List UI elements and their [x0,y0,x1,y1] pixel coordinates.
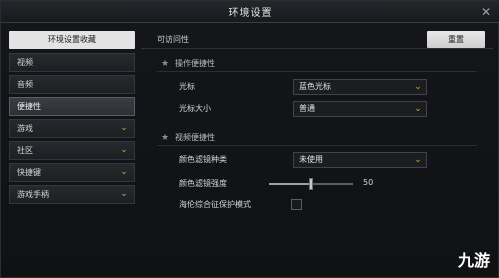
sidebar-item-label: 社区 [17,146,33,155]
sidebar-item-video[interactable]: 视频 [9,53,135,72]
chevron-down-icon: ⌄ [120,167,128,177]
sidebar: 环境设置收藏 视频 音频 便捷性 游戏 ⌄ 社区 ⌄ 快捷键 ⌄ 游戏手柄 ⌄ [9,31,135,275]
slider-fill [269,183,311,185]
reset-button[interactable]: 重置 [427,31,485,48]
cursor-select[interactable]: 蓝色光标 ⌄ [293,79,427,95]
cursor-size-select[interactable]: 普通 ⌄ [293,101,427,117]
chevron-down-icon: ⌄ [414,82,422,92]
sidebar-item-game[interactable]: 游戏 ⌄ [9,119,135,138]
group-video-convenience: ★ 视频便捷性 颜色滤镜种类 未使用 ⌄ 颜色滤镜强度 50 海伦综合征保护模式 [157,131,477,210]
sidebar-item-community[interactable]: 社区 ⌄ [9,141,135,160]
group-title[interactable]: ★ 操作便捷性 [157,57,477,71]
sidebar-item-label: 游戏 [17,124,33,133]
setting-row-helen-protection: 海伦综合征保护模式 [157,197,477,213]
slider-handle[interactable] [309,178,313,190]
chevron-down-icon: ⌄ [414,155,422,165]
select-value: 蓝色光标 [299,82,331,91]
group-title-label: 视频便捷性 [175,133,215,142]
sidebar-list: 视频 音频 便捷性 游戏 ⌄ 社区 ⌄ 快捷键 ⌄ 游戏手柄 ⌄ [9,53,135,204]
sidebar-item-label: 音频 [17,80,33,89]
window-title: 环境设置 [228,8,273,19]
chevron-down-icon: ⌄ [414,104,422,114]
setting-row-color-filter-type: 颜色滤镜种类 未使用 ⌄ [157,152,477,168]
setting-label: 光标 [179,82,195,91]
settings-window: 环境设置 ✕ 环境设置收藏 视频 音频 便捷性 游戏 ⌄ 社区 ⌄ 快捷键 ⌄ … [0,0,499,278]
settings-panel: 可访问性 重置 ★ 操作便捷性 光标 蓝色光标 ⌄ 光标大小 普通 ⌄ ★ 视频… [141,31,493,275]
sidebar-item-audio[interactable]: 音频 [9,75,135,94]
filter-strength-slider[interactable] [269,178,353,190]
close-icon: ✕ [480,5,492,19]
favorites-button[interactable]: 环境设置收藏 [9,31,135,49]
divider [157,71,477,72]
sidebar-item-gamepad[interactable]: 游戏手柄 ⌄ [9,185,135,204]
setting-label: 光标大小 [179,104,211,113]
setting-label: 颜色滤镜强度 [179,179,227,188]
group-operation-convenience: ★ 操作便捷性 光标 蓝色光标 ⌄ 光标大小 普通 ⌄ [157,57,477,117]
sidebar-item-hotkeys[interactable]: 快捷键 ⌄ [9,163,135,182]
title-bar: 环境设置 ✕ [1,1,499,23]
star-icon[interactable]: ★ [161,57,169,71]
sidebar-item-convenience[interactable]: 便捷性 [9,97,135,116]
chevron-down-icon: ⌄ [120,123,128,133]
sidebar-item-label: 快捷键 [17,168,41,177]
watermark-logo: 九游 [457,251,490,270]
sidebar-item-label: 便捷性 [17,102,41,111]
helen-protection-checkbox[interactable] [291,199,302,210]
divider [157,145,477,146]
group-title-label: 操作便捷性 [175,59,215,68]
select-value: 普通 [299,104,315,113]
group-title[interactable]: ★ 视频便捷性 [157,131,477,145]
chevron-down-icon: ⌄ [120,189,128,199]
sidebar-item-label: 视频 [17,58,33,67]
section-title: 可访问性 [157,35,189,44]
setting-row-cursor-size: 光标大小 普通 ⌄ [157,101,477,117]
setting-label: 颜色滤镜种类 [179,155,227,164]
chevron-down-icon: ⌄ [120,145,128,155]
setting-row-color-filter-strength: 颜色滤镜强度 50 [157,176,477,192]
color-filter-select[interactable]: 未使用 ⌄ [293,152,427,168]
panel-header: 可访问性 重置 [141,31,493,49]
setting-row-cursor: 光标 蓝色光标 ⌄ [157,79,477,95]
setting-label: 海伦综合征保护模式 [179,200,251,209]
sidebar-item-label: 游戏手柄 [17,190,49,199]
close-button[interactable]: ✕ [478,4,494,20]
star-icon[interactable]: ★ [161,131,169,145]
slider-value: 50 [363,178,374,187]
select-value: 未使用 [299,155,323,164]
